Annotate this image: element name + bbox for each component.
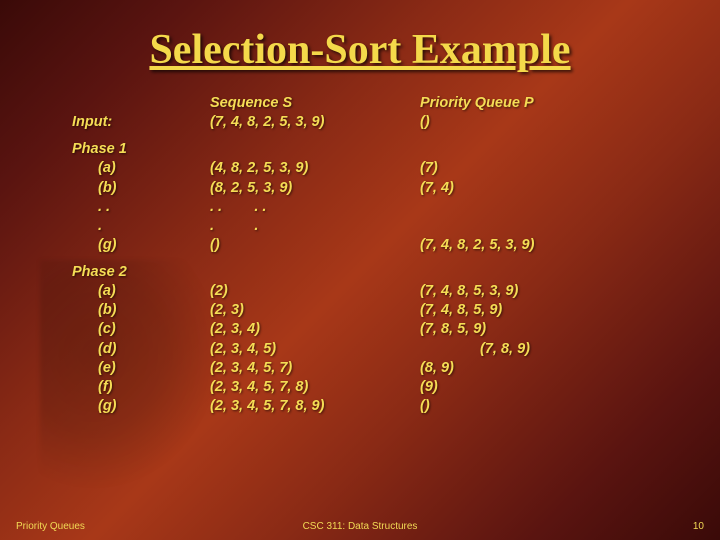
- pq-cell: [420, 198, 680, 217]
- seq-cell: (): [210, 236, 420, 255]
- input-label: Input:: [72, 113, 210, 132]
- table-row: (b) (2, 3) (7, 4, 8, 5, 9): [72, 301, 680, 320]
- phase1-label-row: Phase 1: [72, 140, 680, 159]
- pq-cell: (7, 8, 5, 9): [420, 320, 680, 339]
- seq-cell: (2, 3): [210, 301, 420, 320]
- header-sequence: Sequence S: [210, 94, 420, 113]
- seq-cell: (8, 2, 5, 3, 9): [210, 179, 420, 198]
- header-col1: [72, 94, 210, 113]
- phase2-label-row: Phase 2: [72, 263, 680, 282]
- slide-body: Sequence S Priority Queue P Input: (7, 4…: [72, 94, 680, 416]
- input-pq: (): [420, 113, 680, 132]
- table-row: (f) (2, 3, 4, 5, 7, 8) (9): [72, 378, 680, 397]
- phase2-label: Phase 2: [72, 263, 210, 282]
- step-label: (g): [72, 236, 210, 255]
- pq-cell: (7, 4): [420, 179, 680, 198]
- input-seq: (7, 4, 8, 2, 5, 3, 9): [210, 113, 420, 132]
- step-label: (a): [72, 159, 210, 178]
- pq-cell: (9): [420, 378, 680, 397]
- table-row: (b) (8, 2, 5, 3, 9) (7, 4): [72, 179, 680, 198]
- seq-cell: (2, 3, 4): [210, 320, 420, 339]
- table-row: . . . . . .: [72, 198, 680, 217]
- seq-cell: (4, 8, 2, 5, 3, 9): [210, 159, 420, 178]
- phase1-label: Phase 1: [72, 140, 210, 159]
- pq-cell: (7): [420, 159, 680, 178]
- step-label: (b): [72, 179, 210, 198]
- table-row: . . .: [72, 217, 680, 236]
- step-label: (d): [72, 340, 210, 359]
- pq-cell: [420, 217, 680, 236]
- step-label: (f): [72, 378, 210, 397]
- pq-cell: (7, 4, 8, 5, 3, 9): [420, 282, 680, 301]
- input-row: Input: (7, 4, 8, 2, 5, 3, 9) (): [72, 113, 680, 132]
- seq-cell: (2): [210, 282, 420, 301]
- step-label: (g): [72, 397, 210, 416]
- header-priority-queue: Priority Queue P: [420, 94, 680, 113]
- pq-cell: (7, 4, 8, 2, 5, 3, 9): [420, 236, 680, 255]
- pq-cell: (): [420, 397, 680, 416]
- pq-cell: (7, 4, 8, 5, 9): [420, 301, 680, 320]
- step-label: (a): [72, 282, 210, 301]
- slide-title: Selection-Sort Example: [0, 26, 720, 74]
- step-label: (e): [72, 359, 210, 378]
- step-label: .: [72, 217, 210, 236]
- step-label: (b): [72, 301, 210, 320]
- step-label: . .: [72, 198, 210, 217]
- footer-center: CSC 311: Data Structures: [16, 521, 704, 532]
- seq-cell: . .: [210, 217, 420, 236]
- table-row: (g) () (7, 4, 8, 2, 5, 3, 9): [72, 236, 680, 255]
- seq-cell: (2, 3, 4, 5, 7, 8, 9): [210, 397, 420, 416]
- table-row: (a) (4, 8, 2, 5, 3, 9) (7): [72, 159, 680, 178]
- slide-footer: Priority Queues CSC 311: Data Structures…: [16, 521, 704, 532]
- table-row: (e) (2, 3, 4, 5, 7) (8, 9): [72, 359, 680, 378]
- seq-cell: (2, 3, 4, 5, 7, 8): [210, 378, 420, 397]
- table-row: (a) (2) (7, 4, 8, 5, 3, 9): [72, 282, 680, 301]
- table-row: (d) (2, 3, 4, 5) (7, 8, 9): [72, 340, 680, 359]
- pq-cell: (8, 9): [420, 359, 680, 378]
- step-label: (c): [72, 320, 210, 339]
- seq-cell: (2, 3, 4, 5, 7): [210, 359, 420, 378]
- table-row: (c) (2, 3, 4) (7, 8, 5, 9): [72, 320, 680, 339]
- table-row: (g) (2, 3, 4, 5, 7, 8, 9) (): [72, 397, 680, 416]
- header-row: Sequence S Priority Queue P: [72, 94, 680, 113]
- seq-cell: . . . .: [210, 198, 420, 217]
- pq-cell: (7, 8, 9): [420, 340, 680, 359]
- seq-cell: (2, 3, 4, 5): [210, 340, 420, 359]
